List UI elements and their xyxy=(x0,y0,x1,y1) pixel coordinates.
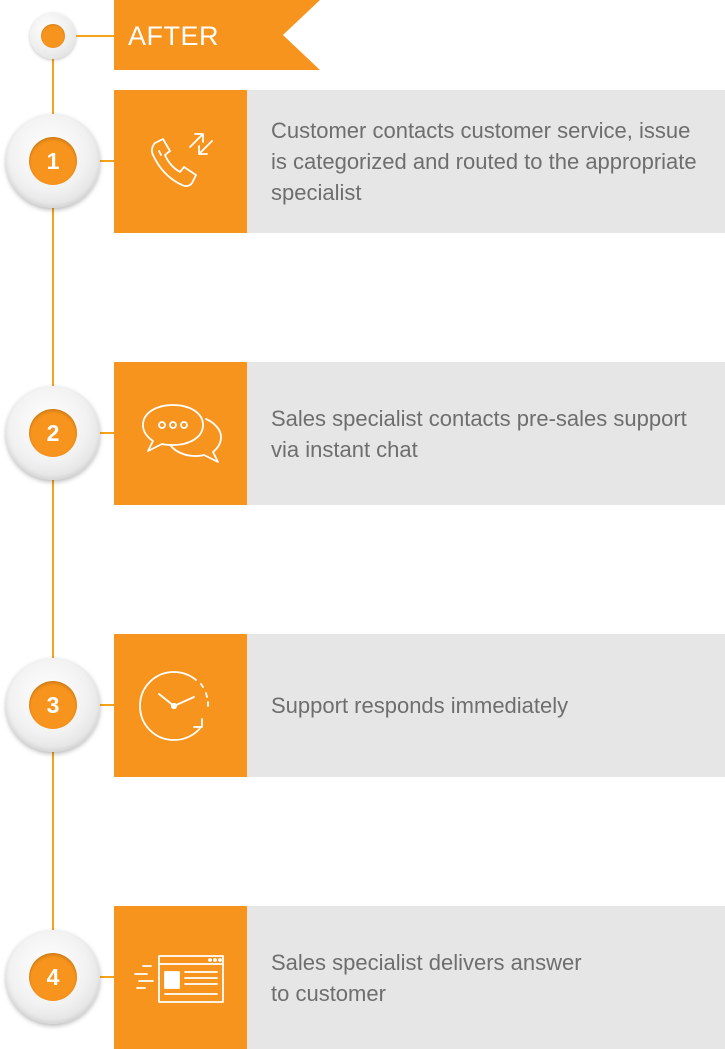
fast-message-window-icon xyxy=(133,954,224,1003)
step-icon-box xyxy=(114,90,247,233)
step-text-panel: Sales specialist delivers answer to cust… xyxy=(247,906,725,1049)
step-number-badge: 4 xyxy=(29,953,77,1001)
step-4: Sales specialist delivers answer to cust… xyxy=(0,906,725,1049)
phone-transfer-icon xyxy=(150,132,213,187)
step-3: Support responds immediately 3 xyxy=(0,634,725,777)
start-node-dot xyxy=(41,24,65,48)
step-number-badge: 1 xyxy=(29,137,77,185)
step-text-panel: Support responds immediately xyxy=(247,634,725,777)
step-text: Sales specialist delivers answer to cust… xyxy=(271,949,582,1006)
step-text-panel: Customer contacts customer service, issu… xyxy=(247,90,725,233)
step-number-badge: 2 xyxy=(29,409,77,457)
header-connector xyxy=(76,35,116,37)
step-text-panel: Sales specialist contacts pre-sales supp… xyxy=(247,362,725,505)
step-2: Sales specialist contacts pre-sales supp… xyxy=(0,362,725,505)
step-text: Customer contacts customer service, issu… xyxy=(271,118,697,205)
step-text: Support responds immediately xyxy=(271,693,569,718)
chat-bubbles-icon xyxy=(141,403,222,463)
step-icon-box xyxy=(114,362,247,505)
step-number-badge: 3 xyxy=(29,681,77,729)
step-icon-box xyxy=(114,634,247,777)
clock-refresh-icon xyxy=(138,670,209,741)
step-text: Sales specialist contacts pre-sales supp… xyxy=(271,405,687,462)
step-icon-box xyxy=(114,906,247,1049)
step-1: Customer contacts customer service, issu… xyxy=(0,90,725,233)
after-label: AFTER xyxy=(128,21,220,51)
